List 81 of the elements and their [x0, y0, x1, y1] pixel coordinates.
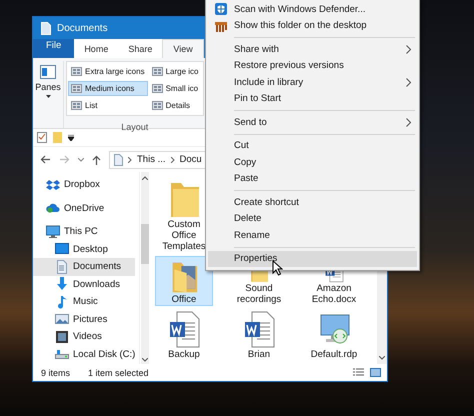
desktop-icon: [55, 242, 69, 256]
layout-option[interactable]: List: [68, 98, 148, 113]
picture-icon: [55, 312, 69, 326]
ribbon-tab[interactable]: Share: [118, 39, 162, 58]
film-icon: [55, 330, 69, 344]
nav-item[interactable]: OneDrive: [33, 200, 142, 217]
window-title: Documents: [57, 22, 108, 34]
view-icon: [152, 67, 163, 76]
customize-arrow-icon: [68, 134, 74, 140]
layout-option[interactable]: Medium icons: [68, 81, 148, 96]
chevron-right-icon: [128, 156, 132, 162]
up-arrow-icon: [92, 154, 101, 164]
document-icon: [114, 154, 123, 166]
selection-count: 1 item selected: [88, 368, 149, 378]
menu-item[interactable]: Copy: [208, 154, 417, 170]
nav-item[interactable]: Desktop: [33, 240, 136, 258]
chevron-down-icon: [78, 158, 84, 162]
document-icon: [55, 260, 69, 274]
back-arrow-icon: [40, 155, 51, 164]
layout-option[interactable]: Details: [148, 98, 202, 113]
group-label: Layout: [120, 121, 150, 132]
nav-item[interactable]: Documents: [33, 258, 136, 276]
menu-item[interactable]: Restore previous versions: [208, 58, 417, 74]
nav-item[interactable]: Local Disk (C:): [33, 346, 136, 363]
ribbon-tab[interactable]: View: [162, 39, 204, 58]
nav-item[interactable]: Downloads: [33, 276, 136, 293]
nav-item[interactable]: Pictures: [33, 310, 136, 328]
menu-item[interactable]: Cut: [208, 138, 417, 154]
scroll-up-icon: [142, 176, 148, 180]
view-icon: [152, 84, 163, 93]
menu-item[interactable]: Create shortcut: [208, 194, 417, 210]
ribbon-tab[interactable]: Home: [74, 39, 118, 58]
menu-item[interactable]: Scan with Windows Defender...: [208, 1, 417, 18]
menu-item[interactable]: Show this folder on the desktop: [208, 18, 417, 34]
forward-arrow-icon: [59, 155, 70, 164]
file-item[interactable]: Default.rdp: [305, 306, 363, 364]
menu-item[interactable]: Rename: [208, 227, 417, 244]
nav-item[interactable]: Videos: [33, 328, 136, 346]
monitor-icon: [46, 224, 60, 239]
scroll-down-icon: [379, 356, 385, 360]
dropdown-arrow-icon: [46, 95, 50, 98]
menu-item[interactable]: Include in library: [208, 74, 417, 90]
file-item[interactable]: Brian: [230, 306, 288, 364]
details-view-icon: [353, 368, 364, 377]
file-item[interactable]: Backup: [155, 306, 213, 364]
breadcrumb[interactable]: Docu: [180, 154, 202, 165]
file-tab[interactable]: File: [33, 39, 74, 58]
scroll-down-icon: [142, 358, 148, 362]
chevron-right-icon: [170, 156, 175, 162]
music-note-icon: [55, 294, 69, 309]
cloud-icon: [46, 201, 60, 216]
view-icon: [71, 101, 82, 110]
file-item[interactable]: Office: [155, 256, 213, 306]
breadcrumb[interactable]: This ...: [137, 154, 166, 165]
menu-item[interactable]: Share with: [208, 41, 417, 58]
layout-option[interactable]: Extra large icons: [68, 64, 148, 79]
nav-item[interactable]: Dropbox: [33, 176, 142, 194]
view-icon: [152, 101, 163, 110]
layout-option[interactable]: Large ico: [148, 64, 202, 79]
dropbox-icon: [46, 178, 60, 192]
panes-button[interactable]: Panes: [35, 61, 61, 117]
document-icon: [41, 22, 51, 34]
down-arrow-icon: [55, 277, 69, 292]
layout-option[interactable]: Small ico: [148, 81, 202, 96]
large-icons-view-icon: [370, 368, 381, 377]
panes-icon: [40, 65, 56, 79]
scrollbar-thumb[interactable]: [141, 224, 150, 264]
menu-item[interactable]: Send to: [208, 114, 417, 130]
folder-icon: [53, 132, 62, 143]
menu-item[interactable]: Paste: [208, 170, 417, 187]
nav-item[interactable]: Music: [33, 293, 136, 310]
item-count: 9 items: [41, 368, 70, 378]
menu-item[interactable]: Delete: [208, 210, 417, 227]
scrollbar[interactable]: [141, 172, 150, 364]
view-icon: [71, 84, 82, 93]
menu-item[interactable]: Pin to Start: [208, 90, 417, 107]
nav-item[interactable]: This PC: [33, 223, 142, 240]
properties-icon: [37, 132, 47, 143]
shield-icon: [214, 2, 228, 16]
view-icon: [71, 67, 82, 76]
drive-icon: [55, 347, 69, 362]
